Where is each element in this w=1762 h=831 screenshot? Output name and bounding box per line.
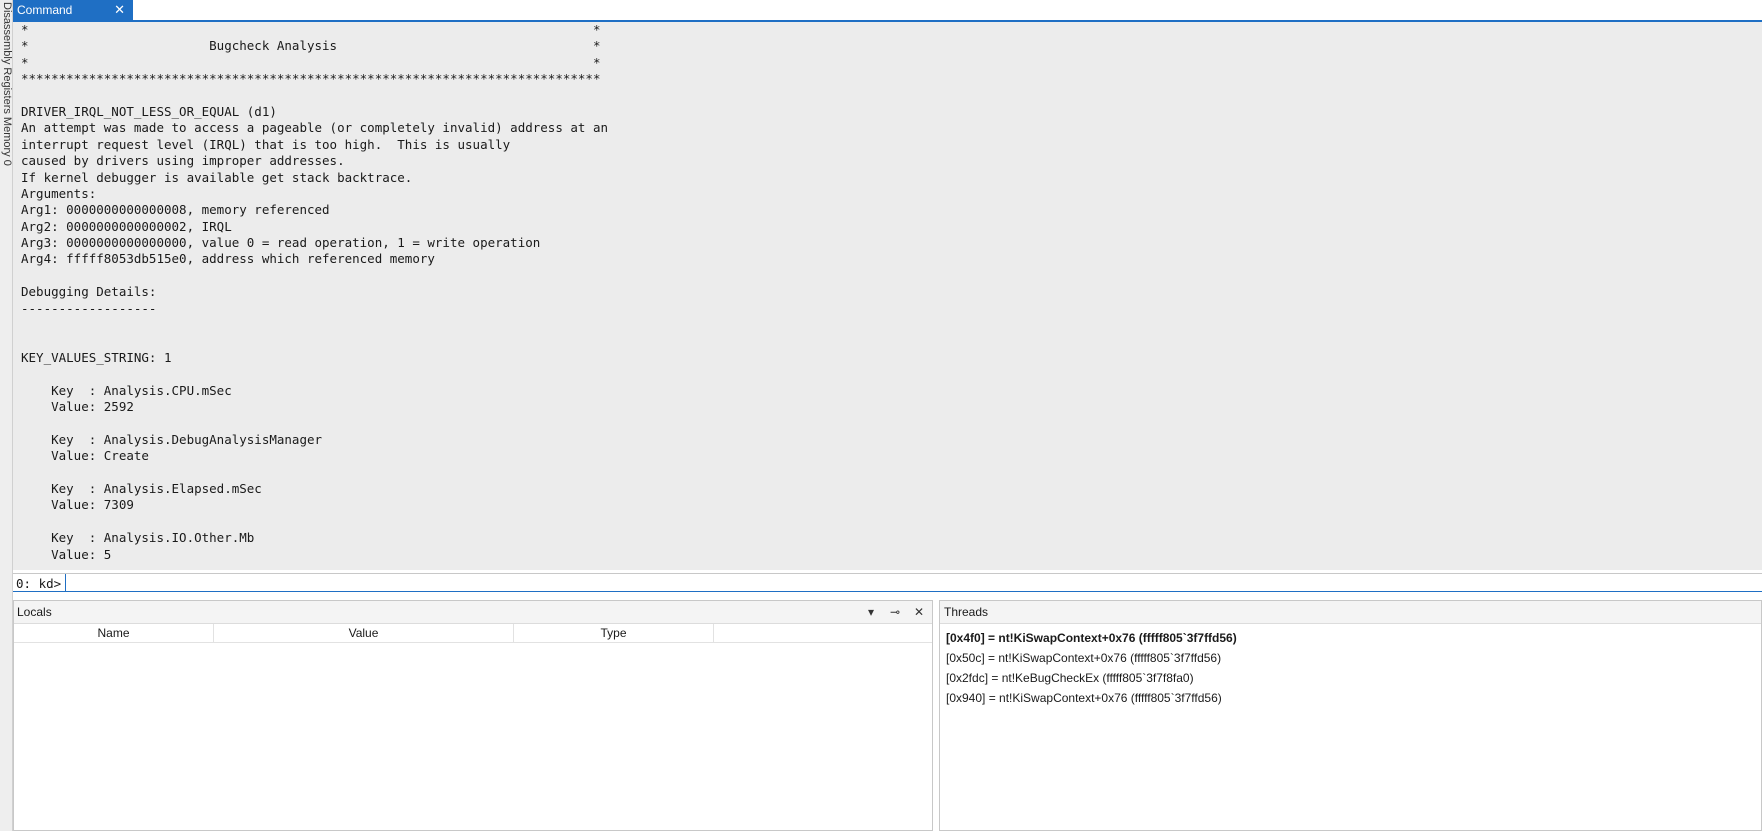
output-line: * *	[21, 54, 601, 70]
output-line: Arg4: fffff8053db515e0, address which re…	[21, 251, 435, 267]
close-icon[interactable]: ✕	[114, 0, 125, 20]
output-line: Value: 7309	[21, 497, 134, 513]
close-icon[interactable]: ✕	[912, 601, 926, 623]
output-line: Key : Analysis.IO.Other.Mb	[21, 530, 255, 546]
thread-item[interactable]: [0x940] = nt!KiSwapContext+0x76 (fffff80…	[940, 688, 1761, 708]
command-input[interactable]	[65, 574, 1762, 591]
command-prompt-row: 0: kd>	[13, 573, 1762, 592]
threads-pane: Threads [0x4f0] = nt!KiSwapContext+0x76 …	[939, 600, 1762, 831]
output-line: Arg2: 0000000000000002, IRQL	[21, 218, 232, 234]
side-tool-strip[interactable]: Disassembly Registers Memory 0	[0, 0, 13, 831]
dropdown-icon[interactable]: ▾	[864, 601, 878, 623]
pin-icon[interactable]: ⊸	[888, 601, 902, 623]
output-line: ****************************************…	[21, 71, 601, 87]
locals-pane: Locals ▾ ⊸ ✕ Name Value Type	[13, 600, 933, 831]
output-line: Value: Create	[21, 448, 149, 464]
output-line: Value: 2592	[21, 398, 134, 414]
output-line: Value: 5	[21, 546, 112, 562]
threads-header: Threads	[940, 601, 1761, 624]
output-line: KEY_VALUES_STRING: 1	[21, 349, 172, 365]
command-output[interactable]: * * * Bugcheck Analysis * * * **********…	[13, 22, 1762, 570]
thread-list: [0x4f0] = nt!KiSwapContext+0x76 (fffff80…	[940, 624, 1761, 708]
output-line: caused by drivers using improper address…	[21, 153, 345, 169]
column-name[interactable]: Name	[14, 624, 214, 642]
output-line: Key : Analysis.DebugAnalysisManager	[21, 431, 323, 447]
tab-command-label: Command	[17, 3, 73, 17]
output-line: * *	[21, 22, 601, 37]
threads-title: Threads	[944, 605, 989, 619]
output-line: Arg3: 0000000000000000, value 0 = read o…	[21, 235, 541, 251]
output-line: Key : Analysis.CPU.mSec	[21, 382, 232, 398]
output-line: Key : Analysis.Elapsed.mSec	[21, 480, 262, 496]
output-line: Arguments:	[21, 185, 97, 201]
output-line: * Bugcheck Analysis *	[21, 38, 601, 54]
output-line: If kernel debugger is available get stac…	[21, 169, 413, 185]
prompt-label: 0: kd>	[16, 576, 62, 591]
output-line: Arg1: 0000000000000008, memory reference…	[21, 202, 330, 218]
output-line: An attempt was made to access a pageable…	[21, 120, 608, 136]
locals-title: Locals	[17, 605, 52, 619]
output-line: Debugging Details:	[21, 284, 157, 300]
output-line: interrupt request level (IRQL) that is t…	[21, 136, 511, 152]
debugger-window: Disassembly Registers Memory 0 Command ✕…	[0, 0, 1762, 831]
side-strip-tabs[interactable]: Disassembly Registers Memory 0	[1, 2, 12, 166]
locals-header: Locals ▾ ⊸ ✕	[14, 601, 932, 624]
locals-header-buttons: ▾ ⊸ ✕	[864, 601, 926, 623]
output-line: DRIVER_IRQL_NOT_LESS_OR_EQUAL (d1)	[21, 103, 277, 119]
thread-item[interactable]: [0x2fdc] = nt!KeBugCheckEx (fffff805`3f7…	[940, 668, 1761, 688]
thread-item[interactable]: [0x50c] = nt!KiSwapContext+0x76 (fffff80…	[940, 648, 1761, 668]
output-text: * * * Bugcheck Analysis * * * **********…	[13, 22, 1762, 563]
command-tab-strip: Command ✕	[13, 0, 1762, 22]
output-line: ------------------	[21, 300, 157, 316]
column-value[interactable]: Value	[214, 624, 514, 642]
locals-column-header: Name Value Type	[14, 624, 932, 643]
column-type[interactable]: Type	[514, 624, 714, 642]
tab-command[interactable]: Command ✕	[13, 0, 133, 20]
thread-item[interactable]: [0x4f0] = nt!KiSwapContext+0x76 (fffff80…	[940, 628, 1761, 648]
